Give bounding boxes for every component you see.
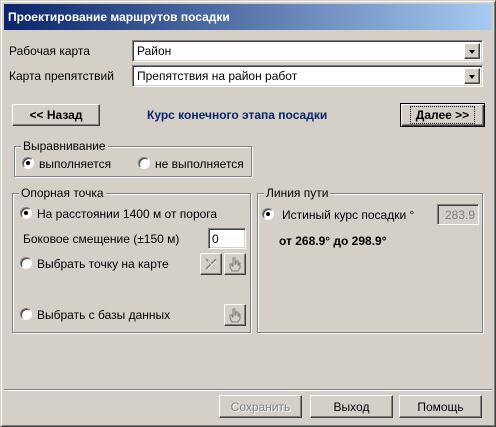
ref-map-radio[interactable] [20, 257, 32, 269]
lateral-offset-input[interactable]: 0 [208, 228, 246, 249]
lateral-offset-label: Боковое смещение (±150 м) [23, 232, 180, 246]
alignment-on-radio[interactable] [22, 157, 34, 169]
lateral-offset-value: 0 [212, 232, 219, 246]
step-heading: Курс конечного этапа посадки [147, 108, 328, 122]
alignment-off-label[interactable]: не выполняется [155, 157, 244, 171]
course-range: от 268.9° до 298.9° [279, 234, 387, 248]
ref-map-label[interactable]: Выбрать точку на карте [37, 257, 169, 271]
next-button-label: Далее >> [409, 106, 476, 124]
hand-pointer-icon [229, 308, 241, 323]
scissors-icon [205, 258, 217, 270]
course-value: 283.9 [444, 208, 475, 222]
ref-point-legend: Опорная точка [19, 186, 106, 200]
alignment-legend: Выравнивание [21, 139, 108, 153]
window-title: Проектирование маршрутов посадки [4, 4, 492, 30]
next-button[interactable]: Далее >> [400, 103, 485, 127]
help-button[interactable]: Помощь [399, 395, 482, 418]
exit-button[interactable]: Выход [310, 395, 393, 418]
path-line-legend: Линия пути [264, 186, 331, 200]
chevron-down-icon[interactable] [464, 68, 480, 84]
ref-distance-radio[interactable] [20, 207, 32, 219]
hand-pointer-icon [229, 257, 241, 272]
alignment-on-label[interactable]: выполняется [39, 157, 111, 171]
footer-separator [4, 389, 492, 391]
ref-db-label[interactable]: Выбрать с базы данных [37, 308, 170, 322]
chevron-down-icon[interactable] [464, 43, 480, 59]
obstacle-map-value: Препятствия на район работ [137, 69, 298, 83]
save-button[interactable]: Сохранить [219, 395, 302, 418]
obstacle-map-combo[interactable]: Препятствия на район работ [132, 65, 483, 87]
pick-on-map-button[interactable] [224, 253, 246, 275]
back-button[interactable]: << Назад [12, 104, 100, 126]
course-input[interactable]: 283.9 [437, 204, 479, 225]
ref-db-radio[interactable] [20, 308, 32, 320]
ref-distance-label[interactable]: На расстоянии 1400 м от порога [37, 207, 217, 221]
pick-from-db-button[interactable] [224, 304, 246, 326]
work-map-label: Рабочая карта [9, 44, 90, 58]
obstacle-map-label: Карта препятствий [9, 69, 114, 83]
course-label[interactable]: Истиный курс посадки ° [282, 208, 414, 222]
work-map-value: Район [137, 44, 172, 58]
dialog-window: Проектирование маршрутов посадки Рабочая… [0, 0, 496, 427]
alignment-off-radio[interactable] [138, 157, 150, 169]
scissors-tool-button[interactable] [200, 253, 222, 275]
course-radio[interactable] [262, 208, 274, 220]
work-map-combo[interactable]: Район [132, 40, 483, 62]
